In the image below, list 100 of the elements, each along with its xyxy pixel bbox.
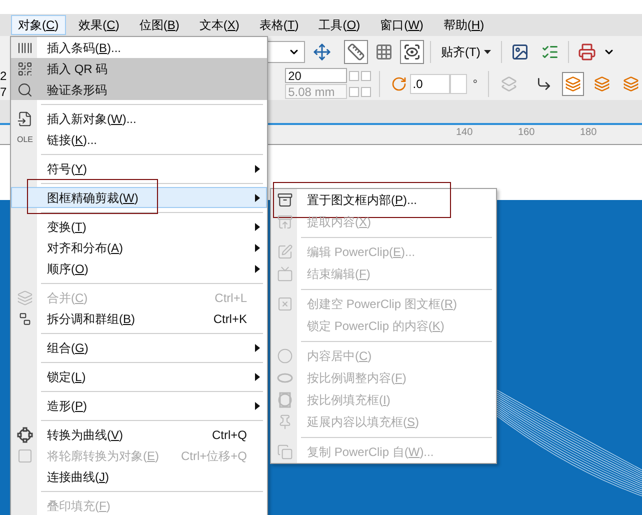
menu-item[interactable]: 对齐和分布(A) [11, 237, 267, 258]
pin-icon [277, 414, 293, 430]
submenu-arrow-icon [255, 244, 260, 252]
eye-icon[interactable] [400, 40, 424, 64]
menu-item-label: 插入条码(B)... [46, 40, 122, 56]
number-field[interactable]: 20 [285, 68, 348, 83]
menu-item-label: 插入新对象(W)... [46, 110, 138, 128]
crossed-box-icon [277, 296, 293, 312]
menu-item-label: 链接(K)... [46, 132, 98, 148]
menu-item-label: 置于图文框内部(P)... [306, 192, 418, 209]
ruler-icon[interactable] [344, 40, 368, 64]
menu-item-label: 锁定(L) [46, 368, 87, 386]
menu-item[interactable]: 转换为曲线(V) Ctrl+Q [11, 424, 267, 445]
menu-item-label: 插入 QR 码 [46, 60, 109, 78]
submenu-arrow-icon [255, 344, 260, 352]
menu-item-label: 符号(Y) [46, 160, 88, 178]
menu-item[interactable]: 图框精确剪裁(W) [11, 187, 267, 208]
menu-item-label: 按比例调整内容(F) [306, 370, 408, 387]
menu-item-label: 造形(P) [46, 398, 88, 414]
spin-down-button[interactable] [349, 70, 360, 80]
menu-item[interactable]: 连接曲线(J) [11, 466, 267, 487]
menu-item-label: 合并(C) [46, 290, 89, 306]
menu-item[interactable]: 造形(P) [11, 395, 267, 416]
tv-icon [277, 266, 293, 282]
angle-field[interactable]: .0 [410, 74, 450, 94]
circle-nodes-icon [17, 426, 33, 442]
ruler-label: 140 [456, 126, 474, 140]
menu-item-label: 连接曲线(J) [46, 468, 110, 486]
menu-item-label: 按比例填充框(I) [306, 392, 392, 409]
archive-icon [277, 192, 293, 208]
square-icon [17, 448, 33, 464]
dropdown-field[interactable] [268, 40, 305, 62]
menu-item-label: 创建空 PowerClip 图文框(R) [306, 296, 458, 313]
menu-item[interactable]: 置于图文框内部(P)... [271, 189, 496, 211]
menu-item-label: 图框精确剪裁(W) [46, 190, 140, 206]
circle-icon [277, 348, 293, 364]
shortcut-label: Ctrl+Q [212, 426, 248, 444]
menu-bar-item[interactable]: 位图(B) [132, 15, 186, 35]
caret-icon [484, 50, 492, 54]
menu-item-label: 变换(T) [46, 218, 88, 236]
shortcut-label: Ctrl+K [213, 310, 248, 328]
menu-item-label: 将轮廓转换为对象(E) [46, 448, 160, 464]
ruler-label: 180 [580, 126, 598, 140]
degree-sign: ° [472, 76, 478, 92]
menu-bar-item[interactable]: 文本(X) [192, 15, 246, 35]
menu-item[interactable]: 锁定(L) [11, 366, 267, 387]
insert-object-icon [17, 110, 33, 126]
archive-restore-icon [277, 214, 293, 230]
menu-item-label: 延展内容以填充框(S) [306, 414, 420, 431]
submenu-arrow-icon [255, 402, 260, 410]
qr-code-icon [17, 60, 33, 76]
spin-up-button[interactable] [361, 86, 372, 96]
menu-item-label: 顺序(O) [46, 260, 90, 278]
menu-item[interactable]: 插入 QR 码 [11, 58, 267, 79]
menu-item-label: 提取内容(X) [306, 214, 372, 231]
snap-button[interactable]: 贴齐(T) [437, 40, 496, 64]
menu-item-label: 拆分调和群组(B) [46, 310, 136, 328]
menu-bar-item[interactable]: 帮助(H) [436, 15, 492, 35]
menu-item-label: 叠印填充(F) [46, 498, 112, 514]
circle-in-square-icon [277, 392, 293, 408]
menu-item-label: 转换为曲线(V) [46, 426, 124, 444]
menu-item[interactable]: 符号(Y) [11, 158, 267, 179]
spin-up-button[interactable] [361, 70, 372, 80]
menu-item[interactable]: 组合(G) [11, 337, 267, 358]
copy-icon [277, 444, 293, 460]
menu-item[interactable]: OLE 链接(K)... [11, 129, 267, 150]
field-value: 7 [0, 84, 8, 100]
submenu-arrow-icon [255, 264, 260, 272]
layers-icon [17, 290, 33, 306]
menu-item-label: 编辑 PowerClip(E)... [306, 244, 416, 261]
submenu-arrow-icon [255, 372, 260, 380]
spin-down-button[interactable] [349, 86, 360, 96]
menu-item[interactable]: 验证条形码 [11, 79, 267, 100]
magnifier-icon [17, 82, 33, 98]
menu-item[interactable]: 变换(T) [11, 216, 267, 237]
menu-item[interactable]: 顺序(O) [11, 258, 267, 279]
shortcut-label: Ctrl+位移+Q [180, 448, 248, 464]
menu-bar-item[interactable]: 窗口(W) [373, 15, 430, 35]
menu-item-label: 复制 PowerClip 自(W)... [306, 444, 435, 461]
edit-box-icon [277, 244, 293, 260]
menu-item[interactable]: 拆分调和群组(B) Ctrl+K [11, 308, 267, 329]
menu-item-label: 锁定 PowerClip 的内容(K) [306, 318, 446, 335]
menu-item-label: 组合(G) [46, 340, 90, 356]
shortcut-label: Ctrl+L [214, 290, 248, 306]
menu-item[interactable]: 插入条码(B)... [11, 37, 267, 58]
field-value: 2 [0, 68, 8, 84]
menu-item[interactable]: 插入新对象(W)... [11, 108, 267, 129]
menu-item-label: 验证条形码 [46, 82, 108, 98]
menu-item-label: 结束编辑(F) [306, 266, 372, 283]
ruler-label: 160 [518, 126, 536, 140]
submenu-arrow-icon [255, 222, 260, 230]
menu-item-label: 内容居中(C) [306, 348, 373, 365]
ungroup-icon [17, 310, 33, 326]
menu-bar-item[interactable]: 工具(O) [312, 15, 368, 35]
submenu-arrow-icon [255, 164, 260, 172]
menu-bar-item[interactable]: 对象(C) [11, 15, 66, 35]
ole-icon-label: OLE [16, 136, 33, 144]
menu-bar-item[interactable]: 表格(T) [252, 15, 306, 35]
menu-bar-item[interactable]: 效果(C) [72, 15, 126, 35]
menu-item-label: 对齐和分布(A) [46, 240, 124, 256]
